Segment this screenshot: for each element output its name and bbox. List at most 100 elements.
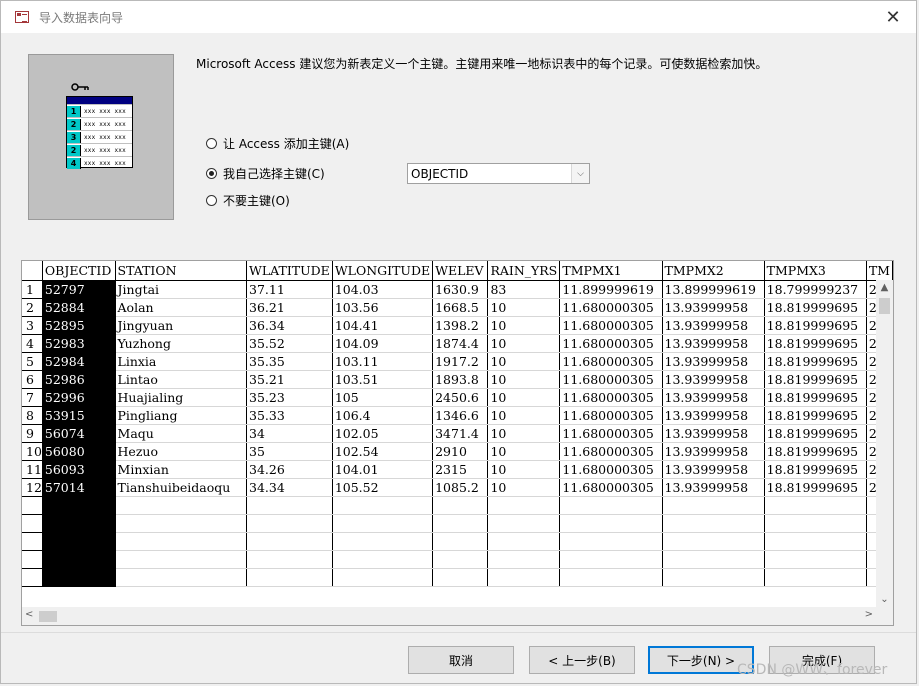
row-number: 3 [22, 316, 43, 335]
table-cell: 18.819999695 [764, 442, 867, 461]
row-number: 5 [22, 352, 43, 371]
empty-cell [22, 532, 43, 551]
cancel-button[interactable]: 取消 [408, 646, 514, 674]
table-row[interactable]: 9 56074 Maqu 34 102.05 3471.4 10 11.680000305 13… [22, 424, 893, 443]
close-button[interactable]: ✕ [870, 1, 916, 33]
empty-cell [246, 514, 333, 533]
option-choose-key-label: 我自己选择主键(C) [223, 167, 325, 181]
empty-cell [559, 514, 663, 533]
table-body: 1 52797 Jingtai 37.11 104.03 1630.9 83 11.89999… [22, 280, 893, 587]
table-cell: 18.819999695 [764, 334, 867, 353]
table-cell: 11.680000305 [559, 352, 663, 371]
radio-add-key[interactable] [206, 138, 217, 149]
table-cell: Maqu [115, 424, 248, 443]
option-no-key-label: 不要主键(O) [223, 194, 290, 208]
table-row[interactable]: 11 56093 Minxian 34.26 104.01 2315 10 11.680000… [22, 460, 893, 479]
scroll-up-icon[interactable]: ▲ [876, 282, 893, 293]
empty-cell [487, 550, 561, 569]
watermark: CSDN @WW、forever [737, 662, 888, 678]
column-header[interactable]: WLONGITUDE [332, 261, 434, 281]
scroll-right-icon[interactable]: > [865, 609, 873, 620]
table-cell: 35.33 [246, 406, 333, 425]
empty-table-row [22, 496, 893, 515]
table-cell: 18.819999695 [764, 460, 867, 479]
wizard-description: Microsoft Access 建议您为新表定义一个主键。主键用来唯一地标识表… [196, 57, 768, 71]
empty-table-row [22, 514, 893, 533]
table-cell: 35.23 [246, 388, 333, 407]
table-row[interactable]: 3 52895 Jingyuan 36.34 104.41 1398.2 10 11.6800… [22, 316, 893, 335]
table-cell: 18.819999695 [764, 478, 867, 497]
scroll-left-icon[interactable]: < [25, 609, 33, 620]
row-number: 12 [22, 478, 43, 497]
empty-table-row [22, 550, 893, 569]
table-cell: 105 [332, 388, 434, 407]
empty-cell [764, 496, 867, 515]
column-header[interactable]: TMPMX2 [662, 261, 765, 281]
illustration-row-cells: xxx xxx xxx [84, 159, 126, 167]
table-cell: 13.899999619 [662, 280, 765, 299]
table-cell: 11.680000305 [559, 298, 663, 317]
table-cell: 13.93999958 [662, 298, 765, 317]
import-wizard-dialog: 导入数据表向导 ✕ 1 xxx xxx xxx 2 xxx xxx xxx 3 xxx x… [0, 0, 917, 684]
table-cell: Yuzhong [115, 334, 248, 353]
column-header[interactable]: WLATITUDE [246, 261, 333, 281]
column-header[interactable]: STATION [115, 261, 248, 281]
radio-choose-key[interactable] [206, 168, 217, 179]
table-cell: 10 [487, 478, 561, 497]
table-row[interactable]: 2 52884 Aolan 36.21 103.56 1668.5 10 11.6800003… [22, 298, 893, 317]
empty-cell [332, 568, 434, 587]
option-no-key[interactable]: 不要主键(O) [206, 192, 290, 209]
empty-cell [332, 532, 434, 551]
option-choose-own-key[interactable]: 我自己选择主键(C) [206, 165, 325, 182]
horizontal-scrollbar[interactable]: < > [22, 607, 893, 625]
table-row[interactable]: 4 52983 Yuzhong 35.52 104.09 1874.4 10 11.68000… [22, 334, 893, 353]
row-number: 10 [22, 442, 43, 461]
column-header[interactable]: RAIN_YRS [487, 261, 561, 281]
empty-cell [246, 532, 333, 551]
table-header-row: OBJECTID STATION WLATITUDE WLONGITUDE WELEV R… [22, 261, 893, 281]
table-row[interactable]: 12 57014 Tianshuibeidaoqu 34.34 105.52 1085.2… [22, 478, 893, 497]
table-cell: 35.35 [246, 352, 333, 371]
empty-cell [332, 496, 434, 515]
table-cell: 18.819999695 [764, 316, 867, 335]
table-cell: 18.819999695 [764, 406, 867, 425]
empty-cell [487, 496, 561, 515]
chevron-down-icon[interactable]: ⌵ [571, 164, 589, 183]
primary-key-select[interactable]: OBJECTID ⌵ [407, 163, 590, 184]
primary-key-illustration: 1 xxx xxx xxx 2 xxx xxx xxx 3 xxx xxx xxx 2 xxx… [28, 54, 174, 220]
radio-no-key[interactable] [206, 195, 217, 206]
data-preview-grid[interactable]: OBJECTID STATION WLATITUDE WLONGITUDE WELEV R… [21, 260, 894, 626]
illustration-row-cells: xxx xxx xxx [84, 107, 126, 115]
table-row[interactable]: 6 52986 Lintao 35.21 103.51 1893.8 10 11.680000… [22, 370, 893, 389]
table-row[interactable]: 1 52797 Jingtai 37.11 104.03 1630.9 83 11.89999… [22, 280, 893, 299]
table-cell: 13.93999958 [662, 316, 765, 335]
table-cell: 34 [246, 424, 333, 443]
table-cell: 11.680000305 [559, 478, 663, 497]
vertical-scroll-thumb[interactable] [879, 298, 890, 314]
back-button[interactable]: < 上一步(B) [529, 646, 635, 674]
key-icon [71, 83, 89, 91]
column-header[interactable]: OBJECTID [42, 261, 116, 281]
column-header[interactable]: TMPMX3 [764, 261, 867, 281]
table-cell: 13.93999958 [662, 352, 765, 371]
table-row[interactable]: 8 53915 Pingliang 35.33 106.4 1346.6 10 11.6800… [22, 406, 893, 425]
table-cell: 1874.4 [432, 334, 489, 353]
illustration-row-number: 1 [67, 105, 81, 117]
horizontal-scroll-thumb[interactable] [39, 611, 57, 622]
scroll-down-icon[interactable]: ⌄ [876, 594, 893, 605]
column-header[interactable]: TM [866, 261, 893, 281]
column-header[interactable]: WELEV [432, 261, 489, 281]
primary-key-cell: 52884 [42, 298, 116, 317]
primary-key-cell: 52996 [42, 388, 116, 407]
table-row[interactable]: 5 52984 Linxia 35.35 103.11 1917.2 10 11.680000… [22, 352, 893, 371]
primary-key-cell: 52986 [42, 370, 116, 389]
vertical-scrollbar[interactable]: ▲ ⌄ [876, 280, 893, 607]
table-cell: 2910 [432, 442, 489, 461]
table-row[interactable]: 10 56080 Hezuo 35 102.54 2910 10 11.680000305 13… [22, 442, 893, 461]
table-cell: 1630.9 [432, 280, 489, 299]
illustration-row: 3 xxx xxx xxx [67, 130, 132, 143]
option-access-add-key[interactable]: 让 Access 添加主键(A) [206, 135, 349, 152]
empty-cell [559, 532, 663, 551]
column-header[interactable]: TMPMX1 [559, 261, 663, 281]
table-row[interactable]: 7 52996 Huajialing 35.23 105 2450.6 10 11.68000… [22, 388, 893, 407]
